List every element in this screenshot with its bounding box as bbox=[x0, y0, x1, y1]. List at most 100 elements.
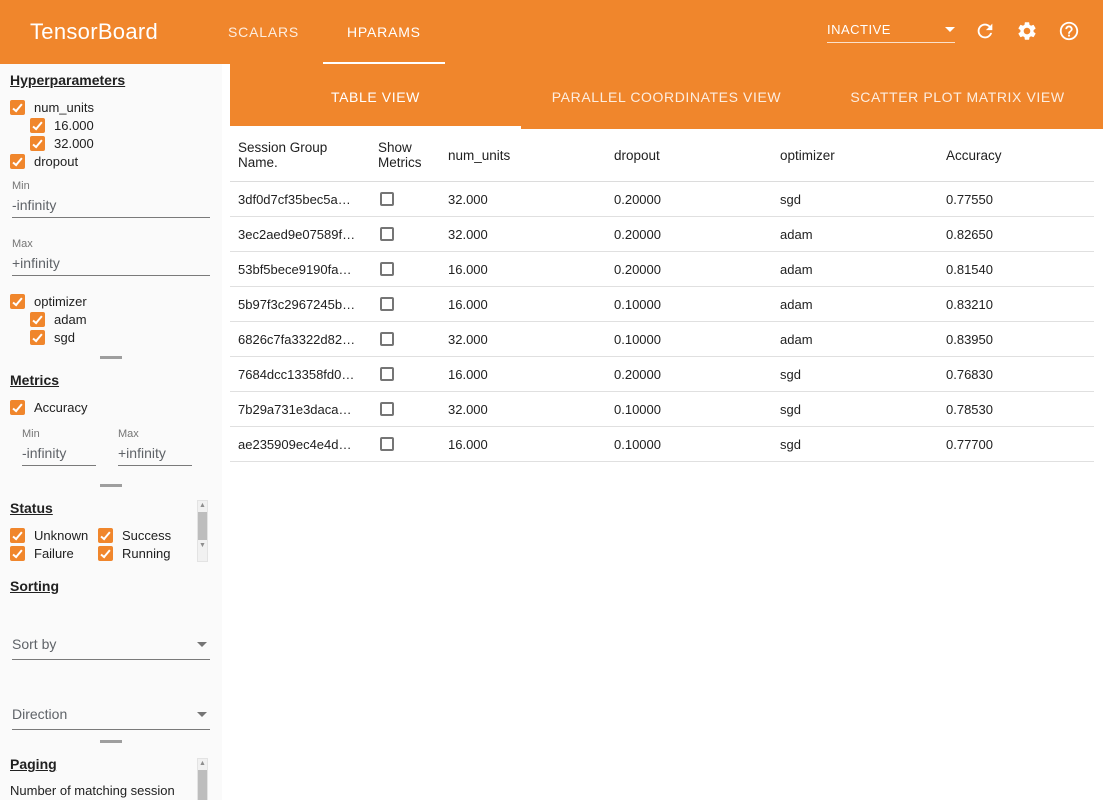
accuracy-cell: 0.83210 bbox=[938, 287, 1094, 321]
settings-button[interactable] bbox=[1015, 20, 1039, 44]
optimizer-cell: adam bbox=[772, 287, 938, 321]
checkbox-success[interactable] bbox=[98, 528, 113, 543]
scroll-down-icon[interactable]: ▼ bbox=[199, 541, 206, 551]
metric-max-input[interactable] bbox=[118, 440, 192, 466]
tab-table-view[interactable]: TABLE VIEW bbox=[230, 64, 521, 129]
checkbox-accuracy[interactable] bbox=[10, 400, 25, 415]
metric-minmax: Min Max bbox=[22, 428, 222, 466]
topbar-controls: INACTIVE bbox=[827, 20, 1081, 44]
direction-select[interactable]: Direction bbox=[12, 702, 210, 730]
table-body: 3df0d7cf35bec5a… 32.000 0.20000 sgd 0.77… bbox=[230, 182, 1094, 462]
session-group-name-cell: ae235909ec4e4d… bbox=[230, 427, 370, 461]
help-button[interactable] bbox=[1057, 20, 1081, 44]
num-units-cell: 16.000 bbox=[440, 252, 606, 286]
splitter-handle-icon bbox=[100, 484, 122, 487]
scroll-up-icon[interactable]: ▲ bbox=[199, 501, 206, 511]
checkbox-16[interactable] bbox=[30, 118, 45, 133]
sort-by-select[interactable]: Sort by bbox=[12, 632, 210, 660]
show-metrics-checkbox[interactable] bbox=[380, 367, 394, 381]
status-unknown[interactable]: Unknown bbox=[10, 526, 98, 544]
checkbox-adam[interactable] bbox=[30, 312, 45, 327]
accuracy-cell: 0.77550 bbox=[938, 182, 1094, 216]
show-metrics-checkbox[interactable] bbox=[380, 332, 394, 346]
tab-scatter-plot-matrix-view[interactable]: SCATTER PLOT MATRIX VIEW bbox=[812, 64, 1103, 129]
col-dropout: dropout bbox=[606, 129, 772, 181]
num-units-cell: 16.000 bbox=[440, 357, 606, 391]
paging-scrollbar[interactable]: ▲ bbox=[197, 758, 208, 800]
hparam-value-16[interactable]: 16.000 bbox=[30, 116, 222, 134]
metric-accuracy[interactable]: Accuracy bbox=[10, 398, 222, 416]
scroll-thumb[interactable] bbox=[198, 512, 207, 540]
checkbox-failure[interactable] bbox=[10, 546, 25, 561]
splitter-handle-icon bbox=[100, 740, 122, 743]
status-failure[interactable]: Failure bbox=[10, 544, 98, 562]
col-optimizer: optimizer bbox=[772, 129, 938, 181]
top-tabs: SCALARS HPARAMS bbox=[204, 0, 445, 64]
checkbox-dropout[interactable] bbox=[10, 154, 25, 169]
metrics-title: Metrics bbox=[10, 372, 222, 388]
dropout-cell: 0.10000 bbox=[606, 287, 772, 321]
show-metrics-checkbox[interactable] bbox=[380, 402, 394, 416]
show-metrics-checkbox[interactable] bbox=[380, 227, 394, 241]
hparam-dropout[interactable]: dropout bbox=[10, 152, 222, 170]
accuracy-cell: 0.82650 bbox=[938, 217, 1094, 251]
checkbox-32[interactable] bbox=[30, 136, 45, 151]
show-metrics-checkbox[interactable] bbox=[380, 192, 394, 206]
status-scrollbar[interactable]: ▲ ▼ bbox=[197, 500, 208, 562]
sidebar: Hyperparameters num_units 16.000 32.000 … bbox=[0, 64, 222, 800]
metric-min-field: Min bbox=[22, 428, 96, 466]
status-running[interactable]: Running bbox=[98, 544, 196, 562]
dropout-min-input[interactable] bbox=[12, 192, 210, 218]
tab-scalars[interactable]: SCALARS bbox=[204, 0, 323, 64]
dropout-cell: 0.20000 bbox=[606, 252, 772, 286]
hparam-optimizer[interactable]: optimizer bbox=[10, 292, 222, 310]
checkbox-num-units[interactable] bbox=[10, 100, 25, 115]
pane-splitter[interactable] bbox=[0, 346, 222, 368]
dropout-cell: 0.20000 bbox=[606, 217, 772, 251]
refresh-icon bbox=[974, 20, 996, 42]
session-group-name-cell: 7b29a731e3daca… bbox=[230, 392, 370, 426]
status-success[interactable]: Success bbox=[98, 526, 196, 544]
hparam-num-units[interactable]: num_units bbox=[10, 98, 222, 116]
scroll-thumb[interactable] bbox=[198, 770, 207, 800]
hparam-value-adam[interactable]: adam bbox=[30, 310, 222, 328]
help-icon bbox=[1058, 20, 1080, 42]
show-metrics-checkbox[interactable] bbox=[380, 262, 394, 276]
hyperparameters-title: Hyperparameters bbox=[10, 72, 222, 88]
refresh-button[interactable] bbox=[973, 20, 997, 44]
hparam-value-32[interactable]: 32.000 bbox=[30, 134, 222, 152]
table-row: 6826c7fa3322d82… 32.000 0.10000 adam 0.8… bbox=[230, 322, 1094, 357]
table-row: 3ec2aed9e07589f… 32.000 0.20000 adam 0.8… bbox=[230, 217, 1094, 252]
scroll-up-icon[interactable]: ▲ bbox=[199, 759, 206, 769]
main-content: TABLE VIEW PARALLEL COORDINATES VIEW SCA… bbox=[230, 64, 1103, 800]
hparam-value-sgd[interactable]: sgd bbox=[30, 328, 222, 346]
table-row: 7b29a731e3daca… 32.000 0.10000 sgd 0.785… bbox=[230, 392, 1094, 427]
checkbox-sgd[interactable] bbox=[30, 330, 45, 345]
show-metrics-cell bbox=[370, 182, 440, 216]
accuracy-cell: 0.81540 bbox=[938, 252, 1094, 286]
col-accuracy: Accuracy bbox=[938, 129, 1094, 181]
checkbox-unknown[interactable] bbox=[10, 528, 25, 543]
direction-value: Direction bbox=[12, 706, 67, 722]
pane-splitter-3[interactable] bbox=[0, 730, 222, 752]
show-metrics-checkbox[interactable] bbox=[380, 297, 394, 311]
checkbox-optimizer[interactable] bbox=[10, 294, 25, 309]
tab-hparams[interactable]: HPARAMS bbox=[323, 0, 445, 64]
status-select[interactable]: INACTIVE bbox=[827, 22, 955, 43]
dropout-max-field: Max bbox=[12, 238, 210, 276]
checkbox-running[interactable] bbox=[98, 546, 113, 561]
optimizer-cell: sgd bbox=[772, 427, 938, 461]
dropout-max-input[interactable] bbox=[12, 250, 210, 276]
dropout-min-label: Min bbox=[12, 180, 210, 192]
table-row: ae235909ec4e4d… 16.000 0.10000 sgd 0.777… bbox=[230, 427, 1094, 462]
chevron-down-icon bbox=[197, 642, 207, 647]
pane-splitter-2[interactable] bbox=[0, 474, 222, 496]
table-row: 3df0d7cf35bec5a… 32.000 0.20000 sgd 0.77… bbox=[230, 182, 1094, 217]
metric-min-input[interactable] bbox=[22, 440, 96, 466]
tab-parallel-coordinates-view[interactable]: PARALLEL COORDINATES VIEW bbox=[521, 64, 812, 129]
dropout-cell: 0.10000 bbox=[606, 392, 772, 426]
show-metrics-checkbox[interactable] bbox=[380, 437, 394, 451]
optimizer-cell: sgd bbox=[772, 392, 938, 426]
accuracy-cell: 0.76830 bbox=[938, 357, 1094, 391]
dropout-max-label: Max bbox=[12, 238, 210, 250]
